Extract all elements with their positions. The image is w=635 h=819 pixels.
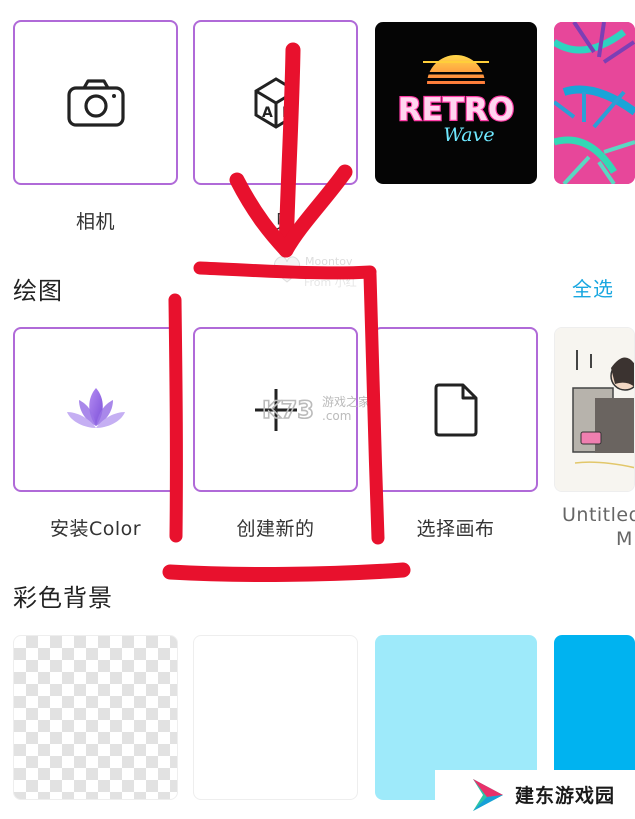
svg-text:游戏之家: 游戏之家 [322, 394, 370, 409]
svg-text:K73: K73 [262, 396, 314, 424]
nickname-watermark: Moontov [305, 255, 353, 268]
ar-label: L 贝 [256, 211, 295, 233]
svg-text:Wave: Wave [443, 124, 494, 146]
camera-label: 相机 [75, 211, 115, 233]
retro-wave-logo: RETRO RETRO Wave [397, 55, 515, 146]
create-new-label: 创建新的 [236, 518, 315, 540]
install-color-tile[interactable] [13, 327, 178, 492]
untitled-artwork-tile[interactable] [554, 327, 635, 492]
heart-icon [274, 256, 300, 283]
document-icon [434, 383, 477, 436]
svg-text:RETRO: RETRO [398, 92, 514, 128]
ar-cube-icon: A R [254, 76, 297, 129]
untitled-label-line2: M [616, 528, 633, 550]
brand-watermark: 建东游戏园 [435, 770, 635, 819]
transparent-background-tile[interactable] [13, 635, 178, 800]
choose-canvas-label: 选择画布 [416, 518, 495, 540]
retro-wave-tile[interactable]: RETRO RETRO Wave [375, 22, 537, 184]
camera-tile[interactable] [13, 20, 178, 185]
svg-text:.com: .com [322, 409, 351, 423]
ar-tile[interactable]: A R [193, 20, 358, 185]
drawing-section-title: 绘图 [13, 277, 63, 305]
k73-watermark: K73 游戏之家 .com [261, 392, 392, 432]
camera-icon [66, 78, 125, 127]
from-watermark: From 小红 [304, 276, 357, 289]
artwork-thumbnail [555, 328, 634, 491]
palm-leaves-tile[interactable] [554, 22, 635, 184]
lotus-icon [66, 387, 125, 428]
svg-text:R: R [282, 105, 293, 121]
brand-name: 建东游戏园 [515, 785, 616, 807]
untitled-label-line1: Untitled [562, 504, 635, 526]
white-background-tile[interactable] [193, 635, 358, 800]
color-background-section-title: 彩色背景 [13, 584, 113, 612]
install-color-label: 安装Color [49, 518, 142, 540]
palm-leaves-pattern [554, 22, 635, 184]
brand-logo-icon [473, 778, 503, 811]
choose-canvas-tile[interactable] [373, 327, 538, 492]
svg-text:A: A [262, 105, 273, 121]
select-all-link[interactable]: 全选 [572, 273, 614, 302]
